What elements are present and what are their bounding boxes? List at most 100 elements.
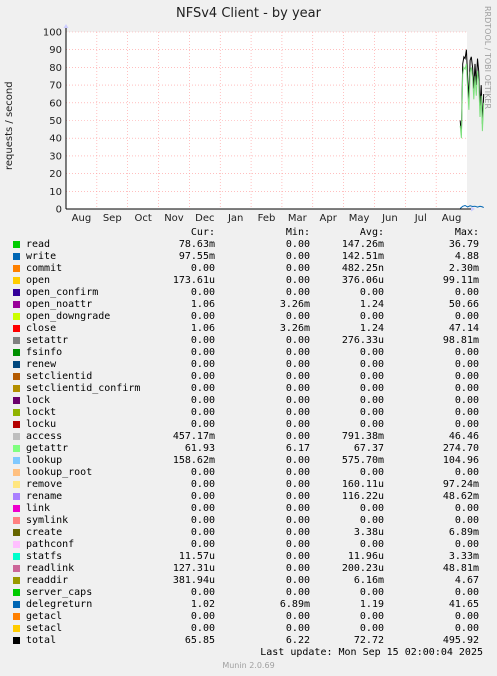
- y-tick-label: 40: [49, 134, 62, 145]
- legend-min: 3.26m: [279, 323, 310, 334]
- x-tick-label: Nov: [164, 213, 184, 224]
- legend-min: 0.00: [285, 335, 310, 346]
- legend-row: locku 0.00 0.00 0.00 0.00: [0, 419, 497, 431]
- x-tick-label: Aug: [442, 213, 462, 224]
- legend-label: lock: [26, 395, 51, 406]
- legend-row: remove 0.00 0.00 160.11u 97.24m: [0, 479, 497, 491]
- legend-label: read: [26, 239, 51, 250]
- legend-label: total: [26, 635, 57, 646]
- legend-min: 0.00: [285, 359, 310, 370]
- legend-avg: 1.24: [359, 299, 384, 310]
- x-tick-label: Apr: [320, 213, 338, 224]
- x-tick-label: Feb: [258, 213, 276, 224]
- legend-swatch: [13, 289, 20, 296]
- legend-cur: 0.00: [190, 335, 215, 346]
- legend-row: setclientid 0.00 0.00 0.00 0.00: [0, 371, 497, 383]
- legend-row: symlink 0.00 0.00 0.00 0.00: [0, 515, 497, 527]
- legend-label: delegreturn: [26, 599, 93, 610]
- legend-max: 495.92: [442, 635, 479, 646]
- legend-label: lockt: [26, 407, 57, 418]
- legend-max: 0.00: [454, 515, 479, 526]
- legend-avg: 3.38u: [353, 527, 384, 538]
- legend-min: 0.00: [285, 287, 310, 298]
- legend-swatch: [13, 481, 20, 488]
- y-tick-label: 70: [49, 81, 62, 92]
- legend-max: 48.81m: [442, 563, 479, 574]
- legend-label: remove: [26, 479, 63, 490]
- legend-max: 0.00: [454, 611, 479, 622]
- legend-swatch: [13, 397, 20, 404]
- legend-cur: 0.00: [190, 263, 215, 274]
- legend-avg: 0.00: [359, 539, 384, 550]
- legend-min: 0.00: [285, 275, 310, 286]
- legend-cur: 97.55m: [178, 251, 215, 262]
- legend-row: commit 0.00 0.00 482.25n 2.30m: [0, 263, 497, 275]
- legend-swatch: [13, 613, 20, 620]
- legend-label: close: [26, 323, 57, 334]
- legend-label: setclientid_confirm: [26, 383, 141, 394]
- legend-cur: 61.93: [184, 443, 215, 454]
- legend-cur: 1.06: [190, 323, 215, 334]
- legend-label: write: [26, 251, 57, 262]
- legend-min: 0.00: [285, 263, 310, 274]
- legend-avg: 0.00: [359, 515, 384, 526]
- legend-row: lookup_root 0.00 0.00 0.00 0.00: [0, 467, 497, 479]
- legend-min: 0.00: [285, 407, 310, 418]
- legend-label: readdir: [26, 575, 69, 586]
- y-tick-label: 90: [49, 45, 62, 56]
- legend-swatch: [13, 469, 20, 476]
- x-tick-label: Sep: [103, 213, 122, 224]
- legend-label: open_confirm: [26, 287, 99, 298]
- legend-avg: 160.11u: [341, 479, 384, 490]
- legend-max: 0.00: [454, 539, 479, 550]
- legend-cur: 0.00: [190, 623, 215, 634]
- legend-label: symlink: [26, 515, 69, 526]
- legend-max: 0.00: [454, 347, 479, 358]
- legend-avg: 0.00: [359, 407, 384, 418]
- legend-label: open_noattr: [26, 299, 93, 310]
- legend-min: 0.00: [285, 551, 310, 562]
- legend-max: 0.00: [454, 419, 479, 430]
- legend-cur: 457.17m: [172, 431, 215, 442]
- legend-min: 0.00: [285, 419, 310, 430]
- legend-swatch: [13, 385, 20, 392]
- legend-avg: 376.06u: [341, 275, 384, 286]
- y-axis-arrow: [63, 24, 69, 28]
- legend-cur: 1.02: [190, 599, 215, 610]
- legend-max: 2.30m: [448, 263, 479, 274]
- legend-max: 0.00: [454, 467, 479, 478]
- y-tick-label: 0: [56, 205, 62, 216]
- legend-cur: 173.61u: [172, 275, 215, 286]
- legend-min: 6.17: [285, 443, 310, 454]
- legend-row: open_noattr 1.06 3.26m 1.24 50.66: [0, 299, 497, 311]
- legend-avg: 72.72: [353, 635, 384, 646]
- legend-row: close 1.06 3.26m 1.24 47.14: [0, 323, 497, 335]
- legend-row: open_confirm 0.00 0.00 0.00 0.00: [0, 287, 497, 299]
- chart-svg: 0 10 20 30 40 50 60 70 80 90 100 Aug Sep Oct Nov Dec Jan…: [43, 24, 485, 224]
- legend-row: link 0.00 0.00 0.00 0.00: [0, 503, 497, 515]
- legend-cur: 0.00: [190, 383, 215, 394]
- legend-max: 0.00: [454, 587, 479, 598]
- x-tick-label: Jan: [227, 213, 243, 224]
- legend-label: setacl: [26, 623, 63, 634]
- legend-label: server_caps: [26, 587, 93, 598]
- legend-min: 0.00: [285, 623, 310, 634]
- legend-max: 0.00: [454, 623, 479, 634]
- legend-label: setattr: [26, 335, 69, 346]
- legend-max: 99.11m: [442, 275, 479, 286]
- legend-cur: 0.00: [190, 539, 215, 550]
- legend-avg: 1.24: [359, 323, 384, 334]
- legend-label: pathconf: [26, 539, 75, 550]
- legend-swatch: [13, 493, 20, 500]
- legend-avg: 0.00: [359, 287, 384, 298]
- x-tick-label: Mar: [288, 213, 308, 224]
- legend-max: 0.00: [454, 371, 479, 382]
- legend-label: getattr: [26, 443, 69, 454]
- legend-cur: 0.00: [190, 347, 215, 358]
- legend-swatch: [13, 541, 20, 548]
- legend-avg: 0.00: [359, 383, 384, 394]
- legend-max: 0.00: [454, 311, 479, 322]
- legend-cur: 11.57u: [178, 551, 215, 562]
- legend-max: 0.00: [454, 503, 479, 514]
- legend-max: 3.33m: [448, 551, 479, 562]
